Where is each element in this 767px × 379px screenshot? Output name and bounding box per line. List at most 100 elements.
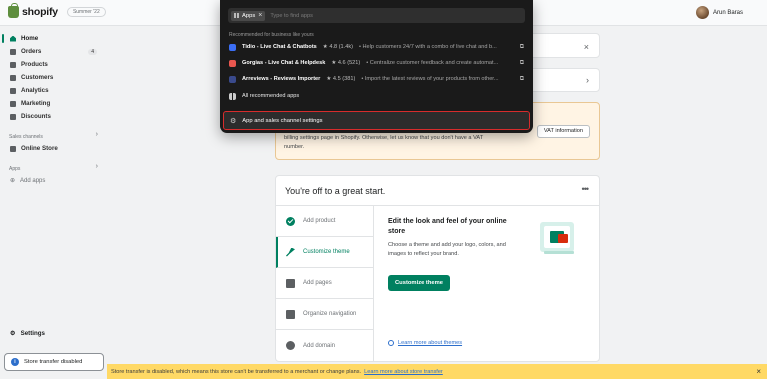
close-icon[interactable]: × <box>756 367 761 376</box>
vat-warning-text: billing settings page in Shopify. Otherw… <box>284 135 484 150</box>
sidebar-item-label: Customers <box>21 74 54 81</box>
sidebar-item-label: Online Store <box>21 145 58 152</box>
app-sales-channel-settings-item[interactable]: ⚙ App and sales channel settings <box>223 111 530 130</box>
step-add-domain[interactable]: Add domain <box>276 330 373 361</box>
more-actions-icon[interactable]: ••• <box>582 184 590 194</box>
info-icon <box>388 340 394 346</box>
sidebar-item-label: Analytics <box>21 87 49 94</box>
sidebar-item-analytics[interactable]: Analytics <box>0 85 103 96</box>
avatar <box>695 6 709 19</box>
step-label: Customize theme <box>303 249 350 255</box>
paintbrush-icon <box>286 247 295 257</box>
app-rating: ★ 4.5 (381) <box>326 76 356 82</box>
person-icon <box>10 74 16 81</box>
app-name: Gorgias - Live Chat & Helpdesk <box>242 60 326 66</box>
sidebar-item-marketing[interactable]: Marketing <box>0 98 103 109</box>
store-transfer-banner: Store transfer is disabled, which means … <box>107 364 767 379</box>
sidebar-item-label: Orders <box>21 48 42 55</box>
chevron-right-icon: › <box>586 75 589 85</box>
step-customize-theme[interactable]: Customize theme <box>276 237 373 268</box>
setup-guide-title: You're off to a great start. <box>285 186 386 196</box>
store-icon <box>10 145 16 152</box>
orders-count-badge: 4 <box>88 48 97 55</box>
user-menu[interactable]: Arun Baras <box>695 6 743 19</box>
app-rating: ★ 4.8 (1.4k) <box>322 44 353 50</box>
edition-badge: Summer '22 <box>66 7 106 17</box>
all-recommended-label: All recommended apps <box>242 93 300 99</box>
apps-grid-icon <box>234 13 239 18</box>
step-add-product[interactable]: Add product <box>276 206 373 237</box>
apps-label: Apps <box>9 166 21 172</box>
external-link-icon: ⧉ <box>519 75 524 82</box>
add-apps-label: Add apps <box>20 177 46 184</box>
banner-text: Store transfer is disabled, which means … <box>111 368 362 375</box>
store-transfer-status[interactable]: i Store transfer disabled <box>4 353 104 371</box>
sidebar-item-products[interactable]: Products <box>0 59 103 70</box>
gear-icon: ⚙ <box>230 117 237 125</box>
divider <box>373 206 374 362</box>
all-recommended-apps-link[interactable]: All recommended apps <box>229 91 524 101</box>
home-icon <box>10 35 16 42</box>
step-add-pages[interactable]: Add pages <box>276 268 373 299</box>
plus-icon: ⊕ <box>10 178 16 184</box>
step-organize-navigation[interactable]: Organize navigation <box>276 299 373 330</box>
learn-more-label: Learn more about themes <box>398 340 463 346</box>
gear-icon: ⚙ <box>10 330 16 337</box>
apps-search-bar[interactable]: Apps × Type to find apps <box>228 8 525 23</box>
customize-theme-button[interactable]: Customize theme <box>388 275 450 291</box>
settings-item-label: App and sales channel settings <box>242 117 323 124</box>
step-detail-text: Choose a theme and add your logo, colors… <box>388 242 506 257</box>
sidebar-item-home[interactable]: Home <box>0 33 103 44</box>
sidebar-item-label: Settings <box>20 330 45 337</box>
check-circle-icon <box>286 216 295 226</box>
chevron-right-icon[interactable]: › <box>96 131 98 138</box>
shopify-logo[interactable]: shopify Summer '22 <box>8 3 106 18</box>
sidebar-item-settings[interactable]: ⚙ Settings <box>10 330 45 337</box>
app-description: • Help customers 24/7 with a combo of li… <box>359 44 497 50</box>
sidebar-item-label: Home <box>21 35 39 42</box>
app-description: • Import the latest reviews of your prod… <box>361 76 499 82</box>
sidebar-item-orders[interactable]: Orders 4 <box>0 46 103 57</box>
sidebar-item-customers[interactable]: Customers <box>0 72 103 83</box>
close-icon[interactable]: × <box>584 42 589 52</box>
apps-grid-icon <box>229 92 236 100</box>
step-label: Add product <box>303 218 336 224</box>
step-label: Add domain <box>303 342 336 349</box>
app-name: Arreviews - Reviews Importer <box>242 76 321 82</box>
external-link-icon: ⧉ <box>519 43 524 50</box>
apps-filter-chip[interactable]: Apps × <box>231 10 266 21</box>
store-transfer-label: Store transfer disabled <box>24 359 83 365</box>
vat-information-button[interactable]: VAT information <box>536 125 590 138</box>
gorgias-app-icon <box>229 59 236 67</box>
step-detail-title: Edit the look and feel of your online st… <box>388 218 507 235</box>
store-transfer-learn-more-link[interactable]: Learn more about store transfer <box>364 369 443 375</box>
step-label: Add pages <box>303 280 332 286</box>
discount-icon <box>10 113 16 120</box>
user-name: Arun Baras <box>712 9 743 16</box>
arreviews-app-icon <box>229 75 236 83</box>
step-label: Organize navigation <box>303 311 357 317</box>
app-suggestion-arreviews[interactable]: Arreviews - Reviews Importer ★ 4.5 (381)… <box>229 74 524 84</box>
theme-illustration <box>540 222 574 254</box>
navigation-icon <box>286 309 295 319</box>
brand-name: shopify <box>22 6 58 18</box>
target-icon <box>10 100 16 107</box>
sales-channels-label: Sales channels <box>9 134 43 140</box>
chevron-right-icon[interactable]: › <box>96 163 98 170</box>
close-icon[interactable]: × <box>258 12 262 19</box>
apps-search-popover: Apps × Type to find apps Recommended for… <box>220 0 533 133</box>
bar-chart-icon <box>10 87 16 94</box>
app-suggestion-tidio[interactable]: Tidio - Live Chat & Chatbots ★ 4.8 (1.4k… <box>229 42 524 52</box>
pages-icon <box>286 278 295 288</box>
learn-more-themes-link[interactable]: Learn more about themes <box>388 340 462 346</box>
apps-search-input[interactable]: Type to find apps <box>270 13 313 19</box>
app-suggestion-gorgias[interactable]: Gorgias - Live Chat & Helpdesk ★ 4.6 (52… <box>229 58 524 68</box>
sidebar-item-label: Marketing <box>21 100 51 107</box>
external-link-icon: ⧉ <box>519 59 524 66</box>
setup-guide-card: You're off to a great start. ••• Add pro… <box>275 175 600 362</box>
globe-icon <box>286 341 295 350</box>
sidebar-item-online-store[interactable]: Online Store <box>0 143 103 154</box>
sidebar-item-discounts[interactable]: Discounts <box>0 111 103 122</box>
add-apps-link[interactable]: ⊕ Add apps <box>10 177 46 185</box>
recommended-label: Recommended for business like yours <box>229 32 314 38</box>
